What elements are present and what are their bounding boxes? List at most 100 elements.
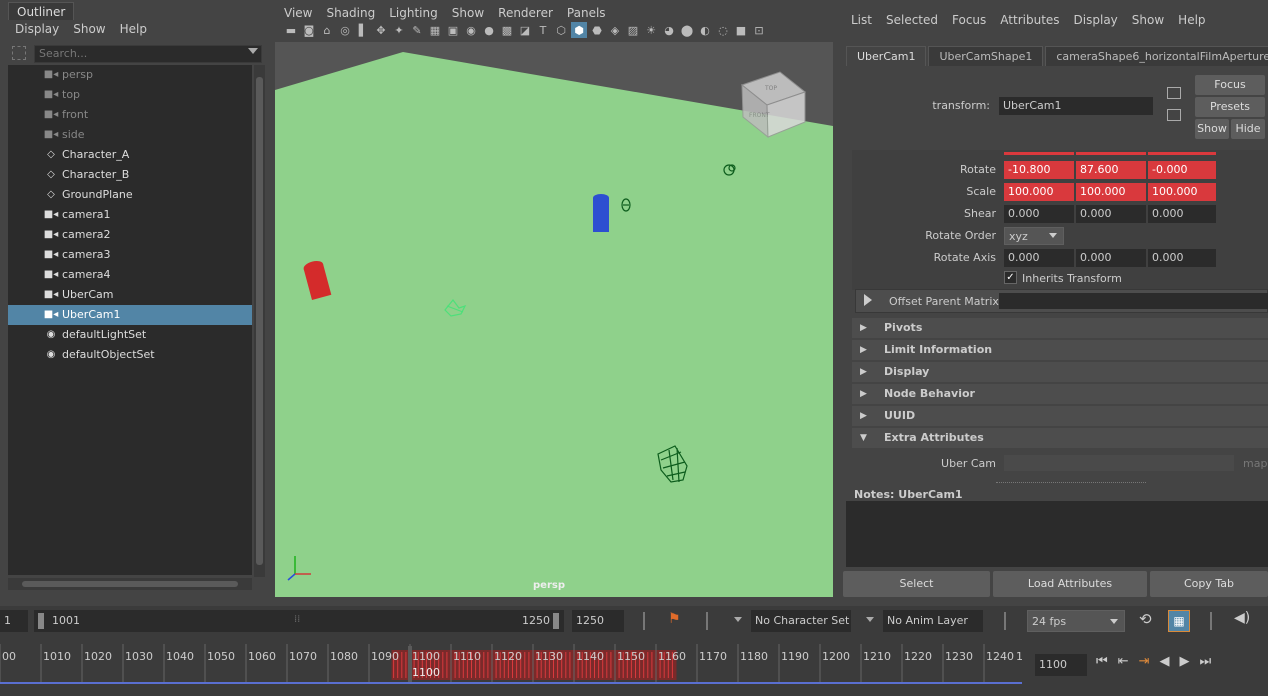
anim-end-field[interactable]: 1250: [572, 610, 624, 632]
smooth-shade-icon[interactable]: ⬢: [571, 22, 587, 38]
scale-y-field[interactable]: 100.000: [1076, 183, 1146, 201]
outliner-menu-show[interactable]: Show: [66, 20, 112, 38]
offset-parent-row[interactable]: Offset Parent Matrix: [855, 289, 1268, 313]
show-button[interactable]: Show: [1195, 119, 1229, 139]
grid-icon[interactable]: ▦: [427, 22, 443, 38]
motion-blur-icon[interactable]: ◌: [715, 22, 731, 38]
vp-menu-panels[interactable]: Panels: [560, 4, 613, 22]
bookmark-icon[interactable]: ⌂: [319, 22, 335, 38]
hscroll-thumb[interactable]: [22, 581, 238, 587]
ae-menu-display[interactable]: Display: [1067, 11, 1125, 29]
range-end-handle[interactable]: [553, 613, 559, 629]
pan-icon[interactable]: ✦: [391, 22, 407, 38]
ground-plane[interactable]: [275, 52, 833, 597]
hud-icon[interactable]: ⊡: [751, 22, 767, 38]
outliner-tab[interactable]: Outliner: [8, 2, 75, 20]
timeline-ruler[interactable]: 00 1010 1020 1030 1040 1050 1060 1070 1080 1090 11…: [0, 642, 1023, 686]
go-to-start-icon[interactable]: ⏮: [1096, 654, 1108, 669]
range-slider[interactable]: 1001 ⁞⁞ 1250: [34, 610, 564, 632]
section-node-behavior[interactable]: ▶ Node Behavior: [852, 384, 1268, 404]
loop-icon[interactable]: ⟲: [1139, 610, 1152, 628]
section-uuid[interactable]: ▶ UUID: [852, 406, 1268, 426]
character-set-field[interactable]: No Character Set: [751, 610, 851, 632]
focus-button[interactable]: Focus: [1195, 75, 1265, 95]
ae-menu-selected[interactable]: Selected: [879, 11, 945, 29]
rotate-axis-z-field[interactable]: 0.000: [1148, 249, 1216, 267]
vp-menu-lighting[interactable]: Lighting: [382, 4, 445, 22]
range-start-handle[interactable]: [38, 613, 44, 629]
character-set-menu-icon[interactable]: [734, 617, 742, 622]
section-display[interactable]: ▶ Display: [852, 362, 1268, 382]
load-attributes-button[interactable]: Load Attributes: [993, 571, 1147, 597]
scale-x-field[interactable]: 100.000: [1004, 183, 1074, 201]
map-button[interactable]: map: [1243, 457, 1267, 470]
outliner-vscrollbar[interactable]: [254, 65, 265, 577]
outliner-item-front[interactable]: ■◂ front: [8, 105, 252, 125]
rotate-z-field[interactable]: -0.000: [1148, 161, 1216, 179]
copy-tab-button[interactable]: Copy Tab: [1150, 571, 1268, 597]
divider-grip[interactable]: [996, 482, 1146, 483]
transform-name-field[interactable]: UberCam1: [999, 97, 1153, 115]
field-chart-icon[interactable]: ▩: [499, 22, 515, 38]
section-extra-attributes[interactable]: ▼ Extra Attributes: [852, 428, 1268, 448]
outliner-item-groundplane[interactable]: ◇ GroundPlane: [8, 185, 252, 205]
viewport-canvas[interactable]: TOP FRONT persp: [275, 42, 833, 597]
prev-key-icon[interactable]: ⇥: [1139, 654, 1150, 669]
vp-menu-show[interactable]: Show: [445, 4, 491, 22]
ae-menu-help[interactable]: Help: [1171, 11, 1212, 29]
tab-ubercamshape1[interactable]: UberCamShape1: [928, 46, 1044, 66]
fps-select[interactable]: 24 fps: [1027, 610, 1125, 632]
xray-icon[interactable]: ▨: [625, 22, 641, 38]
wireframe-icon[interactable]: ⬡: [553, 22, 569, 38]
ae-menu-list[interactable]: List: [844, 11, 879, 29]
outliner-item-persp[interactable]: ■◂ persp: [8, 65, 252, 85]
go-to-end-icon[interactable]: ⏭: [1200, 654, 1212, 669]
vp-menu-view[interactable]: View: [277, 4, 319, 22]
rotate-axis-y-field[interactable]: 0.000: [1076, 249, 1146, 267]
offset-parent-field[interactable]: [999, 293, 1268, 309]
camera-attr-icon[interactable]: ◙: [301, 22, 317, 38]
safe-title-icon[interactable]: T: [535, 22, 551, 38]
shear-y-field[interactable]: 0.000: [1076, 205, 1146, 223]
anim-start-field[interactable]: 1: [0, 610, 28, 632]
tab-camerashape6[interactable]: cameraShape6_horizontalFilmAperture: [1045, 46, 1268, 66]
rotate-x-field[interactable]: -10.800: [1004, 161, 1074, 179]
current-frame-field[interactable]: 1100: [1035, 654, 1087, 676]
vscroll-thumb[interactable]: [256, 77, 263, 565]
outliner-item-camera4[interactable]: ■◂ camera4: [8, 265, 252, 285]
textured-icon[interactable]: ◈: [607, 22, 623, 38]
outliner-item-side[interactable]: ■◂ side: [8, 125, 252, 145]
ae-menu-show[interactable]: Show: [1125, 11, 1171, 29]
notes-textarea[interactable]: [846, 501, 1268, 567]
outliner-search-input[interactable]: Search...: [34, 45, 262, 63]
show-input-icon[interactable]: [1167, 87, 1181, 99]
inherits-transform-checkbox[interactable]: ✓: [1004, 271, 1017, 284]
outliner-hscrollbar[interactable]: [8, 578, 252, 590]
hide-button[interactable]: Hide: [1231, 119, 1265, 139]
filter-icon[interactable]: [12, 46, 26, 60]
presets-button[interactable]: Presets: [1195, 97, 1265, 117]
rotate-order-select[interactable]: xyz: [1004, 227, 1064, 245]
move-icon[interactable]: ✥: [373, 22, 389, 38]
play-forward-icon[interactable]: ▶: [1180, 654, 1190, 669]
anim-layer-menu-icon[interactable]: [866, 617, 874, 622]
cache-playback-icon[interactable]: ▦: [1168, 610, 1190, 632]
outliner-item-character-a[interactable]: ◇ Character_A: [8, 145, 252, 165]
outliner-item-top[interactable]: ■◂ top: [8, 85, 252, 105]
blue-cylinder[interactable]: [593, 194, 609, 232]
tab-ubercam1[interactable]: UberCam1: [846, 46, 927, 66]
camera-select-icon[interactable]: ▬: [283, 22, 299, 38]
isolate-icon[interactable]: ■: [733, 22, 749, 38]
flag-icon[interactable]: ▌: [355, 22, 371, 38]
lights-icon[interactable]: ☀: [643, 22, 659, 38]
outliner-item-camera2[interactable]: ■◂ camera2: [8, 225, 252, 245]
shear-x-field[interactable]: 0.000: [1004, 205, 1074, 223]
safe-action-icon[interactable]: ◪: [517, 22, 533, 38]
outliner-item-defaultlightset[interactable]: ◉ defaultLightSet: [8, 325, 252, 345]
anim-layer-field[interactable]: No Anim Layer: [883, 610, 983, 632]
timeline[interactable]: 00 1010 1020 1030 1040 1050 1060 1070 1080 1090 11…: [0, 642, 1023, 686]
ae-menu-focus[interactable]: Focus: [945, 11, 993, 29]
resolution-gate-icon[interactable]: ◉: [463, 22, 479, 38]
speaker-icon[interactable]: ◀): [1234, 610, 1250, 626]
outliner-item-ubercam1[interactable]: ■◂ UberCam1: [8, 305, 252, 325]
